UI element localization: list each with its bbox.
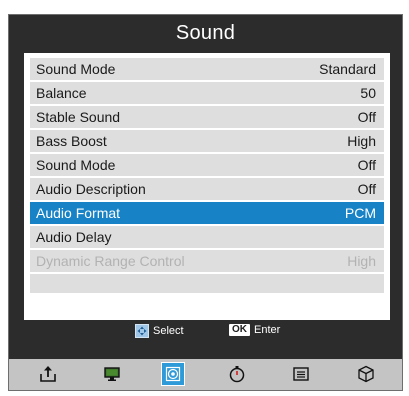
menu-item-stable-sound[interactable]: Stable Sound Off — [30, 106, 384, 128]
menu-item-bass-boost[interactable]: Bass Boost High — [30, 130, 384, 152]
menu-item-label: Dynamic Range Control — [36, 253, 185, 269]
enter-hint-label: Enter — [254, 324, 281, 336]
timer-icon[interactable] — [225, 362, 249, 386]
ok-key-icon: OK — [229, 324, 250, 336]
menu-item-label: Bass Boost — [36, 133, 107, 149]
menu-item-label: Stable Sound — [36, 109, 121, 125]
menu-item-value: 50 — [360, 85, 376, 101]
menu-item-label: Audio Description — [36, 181, 146, 197]
menu-item-value: High — [347, 253, 376, 269]
export-icon[interactable] — [36, 362, 60, 386]
monitor-icon[interactable] — [100, 362, 124, 386]
menu-item-value: Standard — [319, 61, 376, 77]
menu-item-audio-format[interactable]: Audio Format PCM — [30, 202, 384, 224]
dpad-icon — [135, 324, 149, 338]
menu-item-label: Audio Format — [36, 205, 121, 221]
settings-list-icon[interactable] — [289, 362, 313, 386]
menu-item-audio-delay[interactable]: Audio Delay — [30, 226, 384, 248]
menu-item-sound-mode-2[interactable]: Sound Mode Off — [30, 154, 384, 176]
cube-icon[interactable] — [354, 362, 378, 386]
menu-title: Sound — [175, 22, 236, 44]
menu-item-value: High — [347, 133, 376, 149]
menu-item-label: Audio Delay — [36, 229, 112, 245]
menu-item-label: Sound Mode — [36, 157, 116, 173]
menu-item-label: Balance — [36, 85, 87, 101]
key-hints: Select OK Enter — [9, 324, 402, 340]
menu-item-dynamic-range-control: Dynamic Range Control High — [30, 250, 384, 272]
select-hint-label: Select — [153, 325, 184, 337]
menu-list: Sound Mode Standard Balance 50 Stable So… — [30, 58, 384, 295]
menu-item-value: Off — [357, 181, 376, 197]
menu-item-label: Sound Mode — [36, 61, 116, 77]
menu-frame: Sound Mode Standard Balance 50 Stable So… — [24, 53, 390, 320]
select-hint: Select — [135, 324, 184, 338]
sound-icon[interactable] — [161, 362, 185, 386]
menu-item-value: PCM — [344, 205, 376, 221]
menu-item-sound-mode[interactable]: Sound Mode Standard — [30, 58, 384, 80]
menu-item-value: Off — [357, 157, 376, 173]
menu-item-value: Off — [357, 109, 376, 125]
enter-hint: OK Enter — [229, 324, 280, 336]
menu-item-empty — [30, 274, 384, 293]
menu-item-balance[interactable]: Balance 50 — [30, 82, 384, 104]
sound-menu-panel: Sound Sound Mode Standard Balance 50 Sta… — [8, 14, 403, 391]
category-icon-bar — [9, 359, 402, 390]
menu-item-audio-description[interactable]: Audio Description Off — [30, 178, 384, 200]
